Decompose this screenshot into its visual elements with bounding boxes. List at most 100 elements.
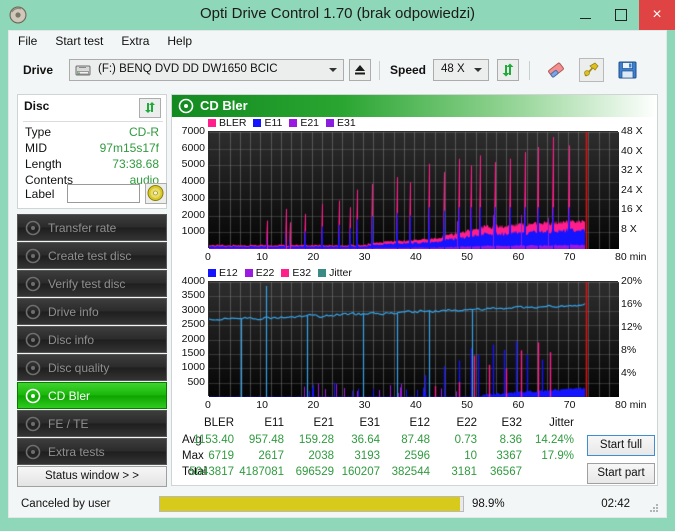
sidebar-item-disc-quality[interactable]: Disc quality bbox=[17, 354, 167, 381]
table-cell: E31 bbox=[359, 417, 380, 429]
disc-mid-label: MID bbox=[25, 141, 47, 155]
legend-swatch bbox=[208, 269, 216, 277]
speed-select[interactable]: 48 X bbox=[433, 59, 489, 81]
right-tick-label: 12% bbox=[621, 321, 643, 333]
disc-write-icon bbox=[25, 248, 41, 264]
table-cell: 3193 bbox=[354, 450, 380, 462]
sidebar-item-verify-test-disc[interactable]: Verify test disc bbox=[17, 270, 167, 297]
progress-bar bbox=[159, 496, 464, 512]
y-tick-label: 1500 bbox=[181, 346, 205, 359]
sidebar-item-transfer-rate[interactable]: Transfer rate bbox=[17, 214, 167, 241]
y-tick-label: 3500 bbox=[181, 289, 205, 302]
sidebar-item-extra-tests[interactable]: Extra tests bbox=[17, 438, 167, 465]
disc-panel-divider bbox=[23, 121, 163, 122]
resize-grip[interactable] bbox=[650, 504, 659, 513]
tools-button[interactable] bbox=[579, 58, 604, 82]
table-cell: 0.73 bbox=[454, 434, 477, 446]
legend-swatch bbox=[244, 269, 253, 277]
sidebar-item-create-test-disc[interactable]: Create test disc bbox=[17, 242, 167, 269]
table-row: Max 6719 2617 2038 3193 2596 10 3367 17.9% bbox=[182, 450, 602, 465]
table-cell: 3367 bbox=[496, 450, 522, 462]
disc-row-length: Length 73:38.68 bbox=[25, 157, 161, 173]
drive-icon bbox=[25, 304, 41, 320]
sidebar-label: Disc quality bbox=[48, 361, 110, 375]
disc-label-disc-button[interactable] bbox=[145, 183, 167, 204]
x-tick-label: 50 bbox=[461, 399, 473, 411]
cd-bler-chart: BLER E11 E21 E31 1000 2000 3000 4000 5000 6000 70… bbox=[172, 117, 657, 272]
legend-item: E11 bbox=[253, 117, 282, 129]
status-bar: Canceled by user 98.9% 02:42 bbox=[8, 492, 667, 518]
chart-plot-area-bottom[interactable] bbox=[208, 281, 619, 397]
drive-icon bbox=[75, 63, 91, 78]
start-full-button[interactable]: Start full bbox=[587, 435, 655, 456]
table-row: Avg 1153.40 957.48 159.28 36.64 87.48 0.73 8.36… bbox=[182, 434, 602, 449]
sidebar-label: Drive info bbox=[48, 305, 99, 319]
table-cell: 87.48 bbox=[401, 434, 430, 446]
legend-item: E22 bbox=[244, 267, 274, 279]
menu-item-start-test[interactable]: Start test bbox=[46, 31, 112, 51]
right-tick-label: 16 X bbox=[621, 203, 643, 215]
disc-length-label: Length bbox=[25, 157, 62, 171]
legend-item: E21 bbox=[289, 117, 319, 129]
sidebar-label: Verify test disc bbox=[48, 277, 126, 291]
client-area: Drive (F:) BENQ DVD DD DW1650 BCIC Speed… bbox=[8, 52, 667, 492]
x-tick-label: 80 min bbox=[615, 399, 647, 411]
right-tick-label: 32 X bbox=[621, 164, 643, 176]
table-cell: 10 bbox=[464, 450, 477, 462]
chart-legend-bottom: E12 E22 E32 Jitter bbox=[208, 267, 359, 280]
y-tick-label: 1000 bbox=[181, 361, 205, 374]
disc-refresh-button[interactable] bbox=[139, 98, 161, 118]
disc-fete-icon bbox=[25, 416, 41, 432]
sidebar-item-drive-info[interactable]: Drive info bbox=[17, 298, 167, 325]
x-tick-label: 40 bbox=[410, 251, 422, 263]
drive-select[interactable]: (F:) BENQ DVD DD DW1650 BCIC bbox=[69, 59, 344, 81]
table-cell: E12 bbox=[409, 417, 430, 429]
status-window-button[interactable]: Status window > > bbox=[17, 466, 167, 487]
table-row: Total 5043817 4187081 696529 160207 382544 318… bbox=[182, 466, 602, 481]
table-cell: E22 bbox=[456, 417, 477, 429]
sidebar-item-disc-info[interactable]: Disc info bbox=[17, 326, 167, 353]
right-tick-label: 20% bbox=[621, 275, 643, 287]
table-cell: 6719 bbox=[208, 450, 234, 462]
cd-jitter-chart: E12 E22 E32 Jitter 500 1000 1500 2000 2500 3000 3… bbox=[172, 267, 657, 417]
x-tick-label: 10 bbox=[256, 399, 268, 411]
sidebar-item-fe-te[interactable]: FE / TE bbox=[17, 410, 167, 437]
sidebar-label: Extra tests bbox=[48, 445, 105, 459]
y-tick-label: 2000 bbox=[181, 332, 205, 345]
panel-title: CD Bler bbox=[200, 98, 248, 113]
right-tick-label: 4% bbox=[621, 367, 637, 379]
y-tick-label: 3000 bbox=[181, 191, 205, 204]
chevron-down-icon bbox=[329, 68, 337, 72]
table-cell: 4187081 bbox=[239, 466, 284, 478]
legend-swatch bbox=[208, 119, 216, 127]
table-cell: Jitter bbox=[549, 417, 574, 429]
start-part-button[interactable]: Start part bbox=[587, 463, 655, 484]
maximize-button[interactable] bbox=[603, 0, 639, 30]
menu-item-help[interactable]: Help bbox=[158, 31, 201, 51]
menu-item-file[interactable]: File bbox=[9, 31, 46, 51]
x-tick-label: 10 bbox=[256, 251, 268, 263]
table-cell: E11 bbox=[264, 417, 284, 429]
eject-button[interactable] bbox=[349, 59, 371, 81]
close-button[interactable]: × bbox=[639, 0, 675, 30]
legend-swatch bbox=[289, 119, 298, 127]
x-tick-label: 0 bbox=[205, 399, 211, 411]
sidebar-label: Disc info bbox=[48, 333, 95, 347]
table-cell: 5043817 bbox=[189, 466, 234, 478]
sidebar-item-cd-bler[interactable]: CD Bler bbox=[17, 382, 167, 409]
y-tick-label: 7000 bbox=[181, 125, 205, 137]
save-button[interactable] bbox=[615, 58, 640, 82]
menu-bar: File Start test Extra Help bbox=[8, 30, 667, 52]
menu-item-extra[interactable]: Extra bbox=[112, 31, 158, 51]
minimize-button[interactable] bbox=[567, 0, 603, 30]
refresh-button[interactable] bbox=[497, 59, 519, 81]
eraser-button[interactable] bbox=[544, 58, 569, 82]
right-tick-label: 8% bbox=[621, 344, 637, 356]
disc-label-input[interactable] bbox=[67, 184, 140, 203]
chart-plot-area-top[interactable] bbox=[208, 131, 619, 249]
disc-bler-icon bbox=[178, 98, 194, 114]
x-tick-label: 70 bbox=[563, 251, 576, 263]
table-cell: 36.64 bbox=[351, 434, 380, 446]
table-cell: 1153.40 bbox=[193, 434, 234, 446]
x-tick-label: 80 min bbox=[615, 251, 647, 263]
